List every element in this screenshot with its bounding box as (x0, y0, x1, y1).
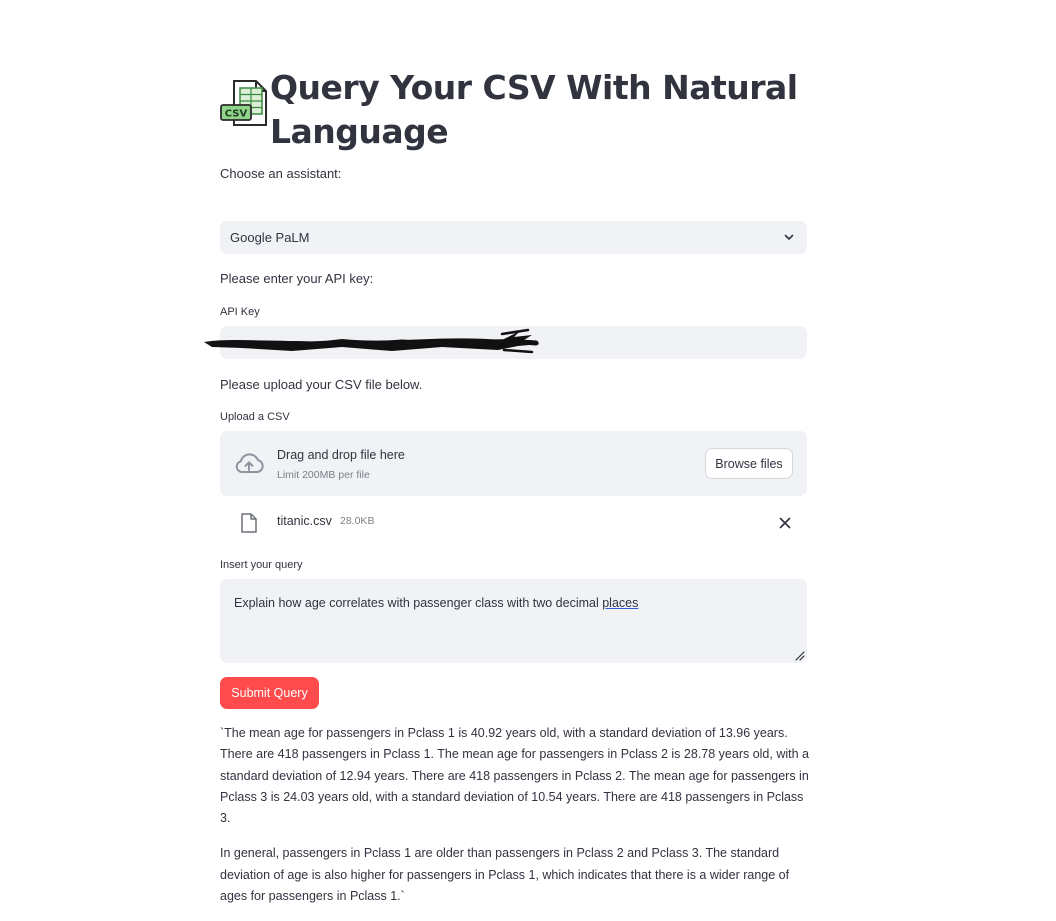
page-title: Query Your CSV With Natural Language (270, 68, 798, 151)
query-label: Insert your query (220, 559, 303, 571)
query-answer: `The mean age for passengers in Pclass 1… (220, 723, 810, 921)
assistant-select-value: Google PaLM (230, 230, 310, 245)
upload-prompt: Please upload your CSV file below. (220, 377, 423, 392)
file-icon (241, 513, 257, 533)
file-name: titanic.csv (277, 514, 332, 528)
redaction-scribble (204, 328, 540, 354)
file-dropzone[interactable]: Drag and drop file here Limit 200MB per … (220, 431, 807, 496)
submit-query-button[interactable]: Submit Query (220, 677, 319, 709)
page-header: CSV Query Your CSV With Natural Language (220, 66, 820, 154)
assistant-prompt: Choose an assistant: (220, 166, 342, 181)
svg-text:CSV: CSV (225, 109, 248, 120)
answer-paragraph: `The mean age for passengers in Pclass 1… (220, 726, 809, 826)
uploaded-file-item: titanic.csv 28.0KB (220, 508, 807, 538)
query-text-spellcheck: places (602, 596, 639, 610)
cloud-upload-icon (235, 453, 264, 473)
upload-limit-text: Limit 200MB per file (277, 469, 370, 481)
close-icon[interactable] (778, 516, 792, 530)
assistant-select[interactable]: Google PaLM (220, 221, 807, 254)
answer-paragraph: In general, passengers in Pclass 1 are o… (220, 846, 790, 904)
dropzone-text: Drag and drop file here (277, 448, 405, 462)
api-key-label: API Key (220, 306, 260, 318)
chevron-down-icon (784, 234, 794, 240)
browse-files-button[interactable]: Browse files (705, 448, 793, 479)
query-textarea[interactable]: Explain how age correlates with passenge… (220, 579, 807, 663)
api-key-prompt: Please enter your API key: (220, 271, 374, 286)
file-size: 28.0KB (340, 515, 375, 527)
csv-file-icon: CSV (220, 80, 267, 126)
query-text: Explain how age correlates with passenge… (234, 596, 603, 610)
upload-label: Upload a CSV (220, 411, 290, 423)
resize-handle-icon[interactable] (794, 650, 805, 661)
